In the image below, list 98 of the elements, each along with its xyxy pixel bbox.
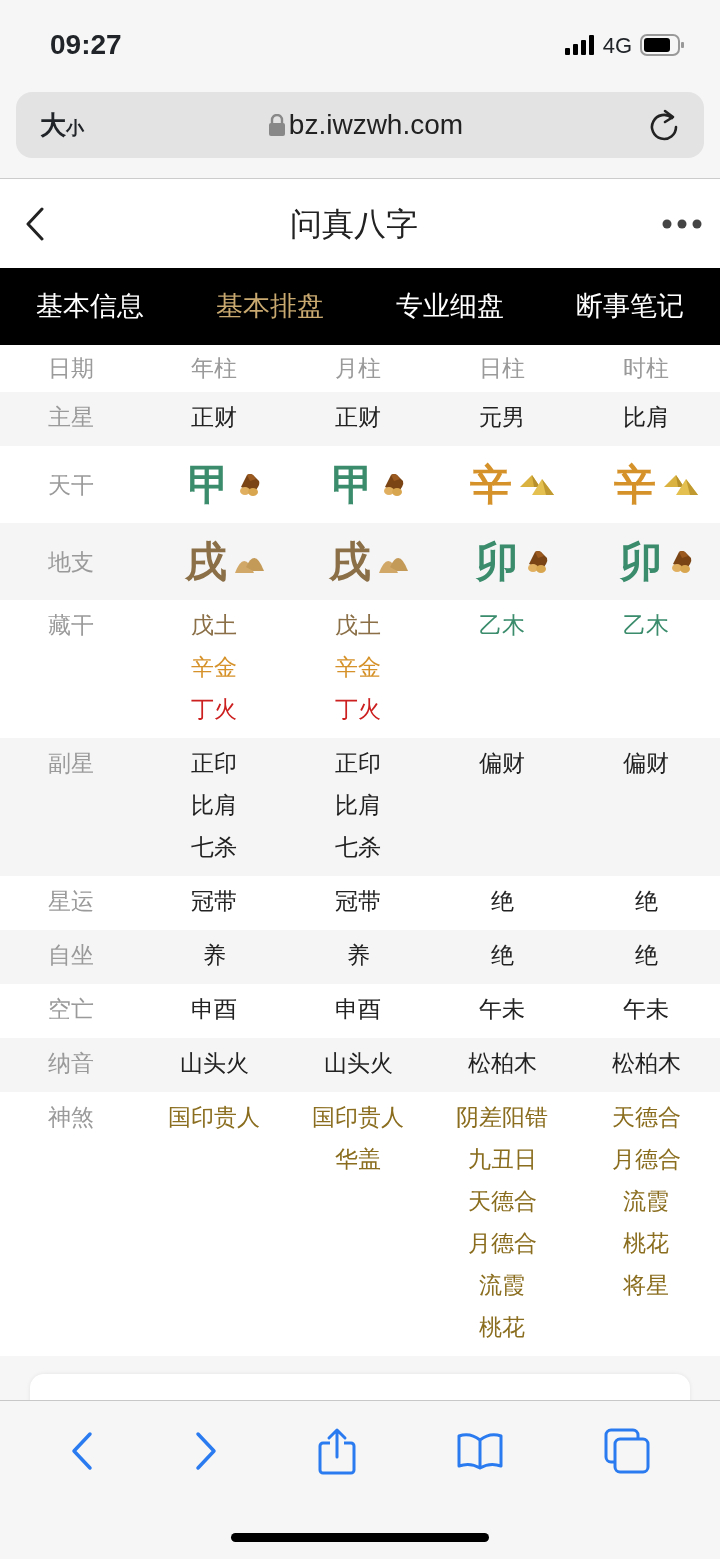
- chart-cell-text: 正印: [191, 749, 237, 778]
- chart-cell-text: 比肩: [623, 403, 669, 432]
- lock-icon: [268, 114, 285, 136]
- reload-icon[interactable]: [648, 108, 680, 142]
- stem-branch-glyph: 戌: [328, 540, 371, 583]
- bookmarks-icon[interactable]: [456, 1432, 504, 1470]
- stem-branch-glyph: 卯: [620, 540, 662, 583]
- chart-cell-text: 流霞: [623, 1187, 669, 1216]
- chart-cell-text: 比肩: [191, 791, 237, 820]
- chart-cell-text: 将星: [623, 1271, 669, 1300]
- row-label: 地支: [48, 547, 94, 577]
- chart-cell-text: 绝: [634, 941, 658, 970]
- chart-cell-text: 冠带: [191, 887, 237, 916]
- text-size-button[interactable]: 大小: [40, 105, 84, 145]
- tab[interactable]: 断事笔记: [540, 268, 720, 345]
- tab[interactable]: 专业细盘: [360, 268, 540, 345]
- row-label: 天干: [48, 470, 94, 500]
- chart-cell-text: 正财: [191, 403, 237, 432]
- chart-cell-text: 阴差阳错: [456, 1103, 548, 1132]
- chart-cell-text: 养: [346, 941, 370, 970]
- chart-cell-text: 绝: [490, 887, 514, 916]
- chart-cell-text: 丁火: [191, 695, 237, 724]
- tab[interactable]: 基本排盘: [180, 268, 360, 345]
- chart-cell-text: 绝: [490, 941, 514, 970]
- clock-time: 09:27: [50, 28, 122, 62]
- column-header: 时柱: [623, 354, 669, 384]
- pyramid-icon: [664, 474, 698, 495]
- chart-cell-text: 天德合: [467, 1187, 537, 1216]
- chart-cell-text: 辛金: [191, 653, 237, 682]
- chart-cell-text: 辛金: [335, 653, 381, 682]
- battery-icon: [640, 34, 684, 56]
- chart-cell-text: 养: [202, 941, 226, 970]
- row-label: 纳音: [48, 1049, 94, 1078]
- row-label: 自坐: [48, 941, 94, 970]
- chart-cell-text: 冠带: [335, 887, 381, 916]
- chart-cell-text: 桃花: [479, 1313, 525, 1342]
- chart-cell-text: 绝: [634, 887, 658, 916]
- chart-cell-text: 国印贵人: [312, 1103, 404, 1132]
- row-label: 空亡: [48, 995, 94, 1024]
- chart-cell-text: 月德合: [611, 1145, 681, 1174]
- forward-icon[interactable]: [194, 1431, 218, 1471]
- chart-cell-text: 戊土: [335, 611, 381, 640]
- chart-cell-text: 午未: [623, 995, 669, 1024]
- stem-branch-glyph: 辛: [470, 463, 512, 506]
- row-label: 藏干: [48, 611, 94, 640]
- column-header: 年柱: [191, 354, 237, 384]
- signal-icon: [564, 35, 595, 55]
- chart-cell-text: 桃花: [623, 1229, 669, 1258]
- log-icon: [670, 550, 692, 573]
- stem-branch-glyph: 甲: [332, 463, 374, 506]
- chart-cell-text: 午未: [479, 995, 525, 1024]
- chart-cell-text: 正印: [335, 749, 381, 778]
- column-header: 月柱: [335, 354, 381, 384]
- chart-cell-text: 月德合: [467, 1229, 537, 1258]
- column-header: 日期: [48, 354, 94, 384]
- chart-cell-text: 乙木: [623, 611, 669, 640]
- more-icon[interactable]: [662, 218, 702, 229]
- share-icon[interactable]: [318, 1427, 356, 1475]
- chart-cell-text: 流霞: [479, 1271, 525, 1300]
- column-header: 日柱: [479, 354, 525, 384]
- row-label: 星运: [48, 887, 94, 916]
- url-text[interactable]: bz.iwzwh.com: [288, 104, 464, 146]
- chart-cell-text: 丁火: [335, 695, 381, 724]
- log-icon: [382, 473, 404, 496]
- log-icon: [526, 550, 548, 573]
- stem-branch-glyph: 甲: [188, 463, 230, 506]
- stem-branch-glyph: 戌: [184, 540, 227, 583]
- chart-cell-text: 七杀: [335, 833, 381, 862]
- chart-cell-text: 松柏木: [611, 1049, 681, 1078]
- row-label: 主星: [48, 403, 94, 432]
- chart-cell-text: 天德合: [611, 1103, 681, 1132]
- pyramid-icon: [520, 474, 554, 495]
- chart-cell-text: 九丑日: [467, 1145, 537, 1174]
- tab[interactable]: 基本信息: [0, 268, 180, 345]
- chart-cell-text: 七杀: [191, 833, 237, 862]
- tabs-icon[interactable]: [604, 1428, 650, 1474]
- chart-cell-text: 正财: [335, 403, 381, 432]
- chart-cell-text: 乙木: [479, 611, 525, 640]
- chart-cell-text: 华盖: [335, 1145, 381, 1174]
- chart-cell-text: 国印贵人: [168, 1103, 260, 1132]
- row-label: 神煞: [48, 1103, 94, 1132]
- network-type: 4G: [602, 31, 632, 60]
- chart-cell-text: 松柏木: [467, 1049, 537, 1078]
- page-title: 问真八字: [290, 203, 418, 245]
- chart-cell-text: 比肩: [335, 791, 381, 820]
- stem-branch-glyph: 辛: [614, 463, 656, 506]
- chart-cell-text: 元男: [479, 403, 525, 432]
- back-icon[interactable]: [24, 206, 46, 241]
- chart-cell-text: 山头火: [323, 1049, 393, 1078]
- chart-cell-text: 申酉: [191, 995, 237, 1024]
- stem-branch-glyph: 卯: [476, 540, 518, 583]
- chart-cell-text: 偏财: [479, 749, 525, 778]
- chart-cell-text: 偏财: [623, 749, 669, 778]
- row-label: 副星: [48, 749, 94, 778]
- chart-cell-text: 戊土: [191, 611, 237, 640]
- chart-cell-text: 申酉: [335, 995, 381, 1024]
- log-icon: [238, 473, 260, 496]
- chart-cell-text: 山头火: [179, 1049, 249, 1078]
